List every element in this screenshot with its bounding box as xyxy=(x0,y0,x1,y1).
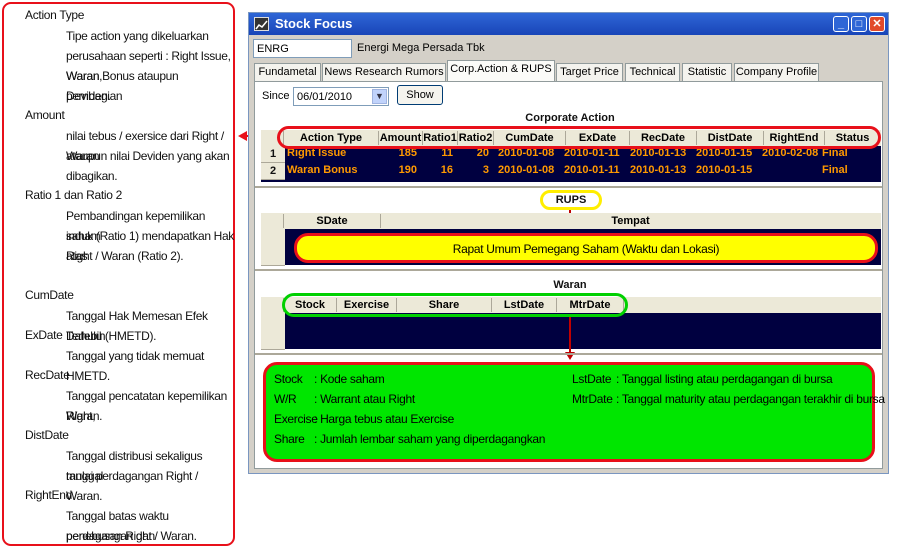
minimize-button[interactable]: _ xyxy=(833,16,849,32)
divider xyxy=(255,186,882,188)
legend-term: Stock xyxy=(274,372,303,386)
waran-arrow xyxy=(569,317,571,353)
tab-target-price[interactable]: Target Price xyxy=(556,63,623,81)
legend-term: W/R xyxy=(274,392,297,406)
legend-desc: : Kode saham xyxy=(314,372,385,386)
title-bar[interactable]: Stock Focus _ □ ✕ xyxy=(249,13,888,35)
row-number: 2 xyxy=(261,163,285,180)
legend-desc: : Tanggal maturity atau perdagangan tera… xyxy=(616,392,885,406)
glossary-definition-line: ataupun nilai Deviden yang akan xyxy=(66,149,230,163)
row-header-corner xyxy=(261,298,284,312)
legend-desc: : Jumlah lembar saham yang diperdagangka… xyxy=(314,432,546,446)
tab-corp-action[interactable]: Corp.Action & RUPS xyxy=(447,60,555,82)
waran-title: Waran xyxy=(553,279,587,291)
legend-desc: : Warrant atau Right xyxy=(314,392,415,406)
table-cell-distdate[interactable]: 2010-01-15 xyxy=(696,163,752,178)
table-cell-ratio2[interactable]: 3 xyxy=(458,163,489,178)
chevron-down-icon[interactable]: ▼ xyxy=(372,89,387,104)
glossary-definition-line: penebusan Right / Waran. xyxy=(66,529,197,543)
window-title: Stock Focus xyxy=(275,16,353,31)
row-header-column xyxy=(261,313,285,350)
tab-technical[interactable]: Technical xyxy=(625,63,680,81)
glossary-definition-line: Waran. xyxy=(66,409,103,423)
table-cell-exdate[interactable]: 2010-01-11 xyxy=(564,163,620,178)
glossary-definition-line: Right / Waran (Ratio 2). xyxy=(66,249,184,263)
stock-code-input[interactable]: ENRG xyxy=(253,39,352,58)
legend-row: LstDate : Tanggal listing atau perdaganga… xyxy=(572,372,872,386)
divider xyxy=(255,353,882,355)
glossary-definition-line: Deviden. xyxy=(66,89,111,103)
table-cell-ratio1[interactable]: 16 xyxy=(423,163,453,178)
legend-term: Exercise xyxy=(274,412,318,426)
row-header-corner xyxy=(261,214,284,228)
legend-row: Exercise: Harga tebus atau Exercise xyxy=(274,412,574,426)
glossary-panel: Action Type Tipe action yang dikeluarkan p… xyxy=(2,2,235,546)
legend-row: Stock : Kode saham xyxy=(274,372,574,386)
rups-title: RUPS xyxy=(555,194,587,206)
corp-action-panel: Since 06/01/2010 ▼ Show Corporate Action… xyxy=(254,81,885,469)
since-date-value: 06/01/2010 xyxy=(297,91,353,103)
glossary-term: RecDate xyxy=(25,368,70,382)
legend-term: MtrDate xyxy=(572,392,613,406)
divider xyxy=(255,269,882,271)
glossary-term: Ratio 1 dan Ratio 2 xyxy=(25,188,123,202)
glossary-definition-line: mulai perdagangan Right / Waran. xyxy=(66,469,199,503)
tab-company-profile[interactable]: Company Profile xyxy=(734,63,819,81)
corporate-action-grid[interactable]: 1 2 Right Issue 185 11 20 2010-01-08 201… xyxy=(261,146,881,182)
stock-name: Energi Mega Persada Tbk xyxy=(357,42,485,54)
glossary-term: ExDate xyxy=(25,328,63,342)
waran-legend-box: Stock : Kode saham W/R : Warrant atau Right… xyxy=(263,362,885,462)
show-button[interactable]: Show xyxy=(397,85,443,105)
table-cell-recdate[interactable]: 2010-01-13 xyxy=(630,163,686,178)
corporate-action-title: Corporate Action xyxy=(525,112,615,124)
glossary-term: CumDate xyxy=(25,288,74,302)
col-tempat[interactable]: Tempat xyxy=(381,214,880,228)
rups-note: Rapat Umum Pemegang Saham (Waktu dan Lok… xyxy=(452,242,720,256)
tab-statistic[interactable]: Statistic xyxy=(682,63,732,81)
corporate-action-callout xyxy=(277,126,881,149)
glossary-definition-line: Dahulu (HMETD). xyxy=(66,329,157,343)
glossary-term: DistDate xyxy=(25,428,69,442)
tab-fundamental[interactable]: Fundametal xyxy=(254,63,321,81)
row-header-column xyxy=(261,229,285,266)
glossary-term: RightEnd xyxy=(25,488,72,502)
glossary-term: Amount xyxy=(25,108,65,122)
waran-grid[interactable] xyxy=(261,313,881,350)
glossary-definition-line: Tipe action yang dikeluarkan xyxy=(66,29,209,43)
legend-desc: : Tanggal listing atau perdagangan di bu… xyxy=(616,372,833,386)
maximize-button[interactable]: □ xyxy=(851,16,867,32)
app-icon xyxy=(254,17,269,31)
close-button[interactable]: ✕ xyxy=(869,16,885,32)
legend-row: W/R : Warrant atau Right xyxy=(274,392,574,406)
waran-callout xyxy=(282,293,628,317)
row-number: 1 xyxy=(261,146,285,163)
stock-focus-window: Stock Focus _ □ ✕ ENRG Energi Mega Persa… xyxy=(248,12,889,474)
rups-header: SDate Tempat xyxy=(261,213,881,230)
glossary-definition-line: dibagikan. xyxy=(66,169,118,183)
table-cell-cumdate[interactable]: 2010-01-08 xyxy=(498,163,554,178)
table-cell-action[interactable]: Waran Bonus xyxy=(287,163,358,178)
since-label: Since xyxy=(262,90,290,102)
legend-row: Share : Jumlah lembar saham yang diperdag… xyxy=(274,432,574,446)
legend-term: LstDate xyxy=(572,372,612,386)
glossary-definition-line: Tanggal yang tidak memuat HMETD. xyxy=(66,349,205,383)
legend-term: Share xyxy=(274,432,305,446)
legend-row: MtrDate: Tanggal maturity atau perdagang… xyxy=(572,392,885,406)
legend-desc: : Harga tebus atau Exercise xyxy=(314,412,454,426)
table-cell-amount[interactable]: 190 xyxy=(379,163,417,178)
tab-news-research[interactable]: News Research Rumors xyxy=(322,63,446,81)
col-sdate[interactable]: SDate xyxy=(284,214,381,228)
glossary-term: Action Type xyxy=(25,8,85,22)
table-cell-status[interactable]: Final xyxy=(822,163,848,178)
rups-note-box: Rapat Umum Pemegang Saham (Waktu dan Lok… xyxy=(294,233,878,263)
since-date-select[interactable]: 06/01/2010 ▼ xyxy=(293,87,389,106)
